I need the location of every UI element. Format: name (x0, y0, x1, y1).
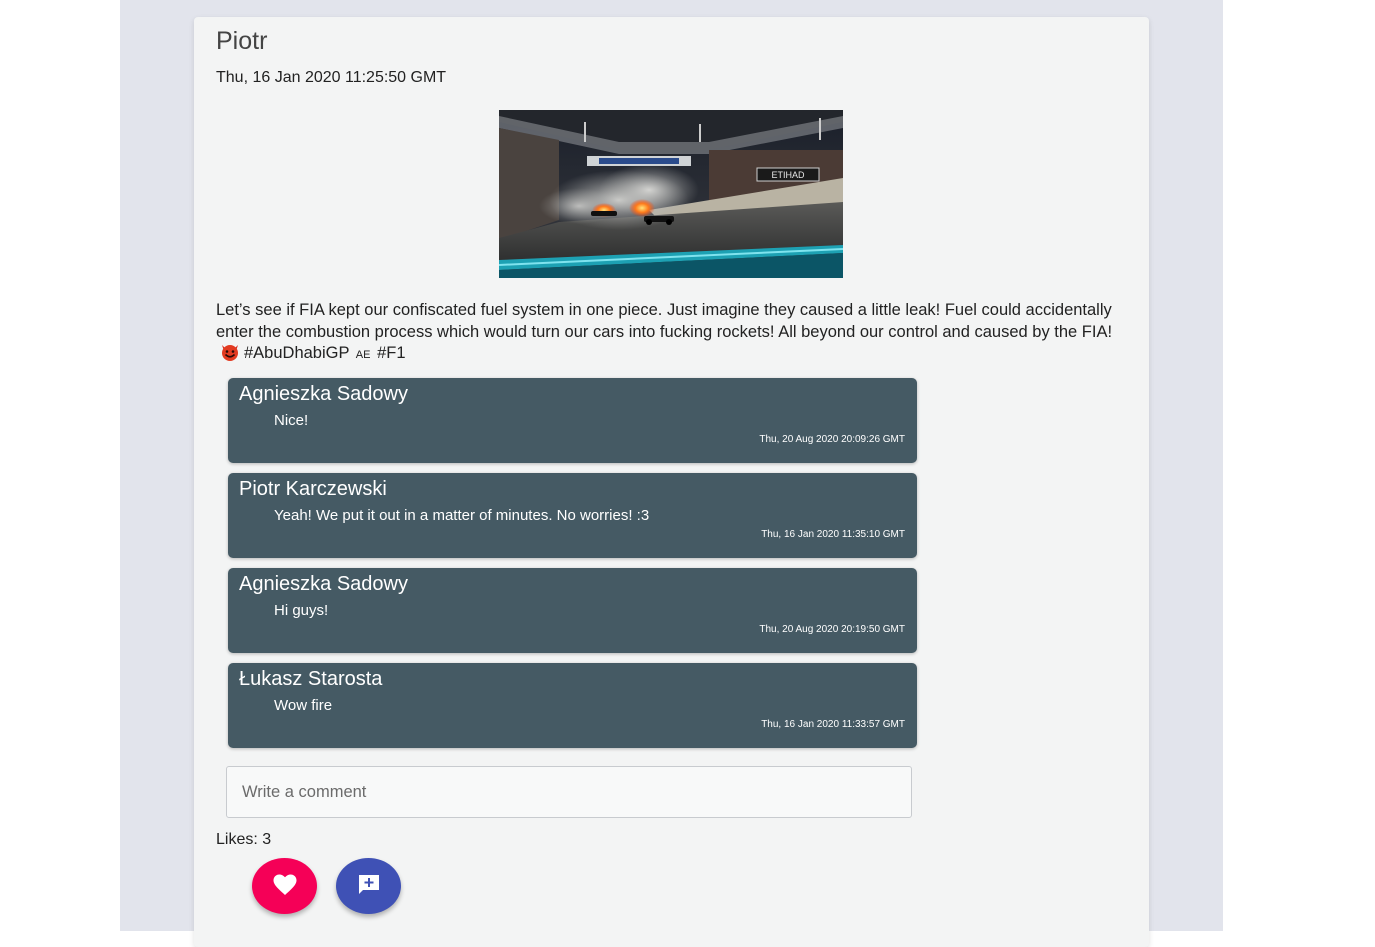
comment-card: Piotr Karczewski Yeah! We put it out in … (228, 473, 917, 558)
comment-text: Wow fire (274, 697, 333, 714)
comment-date: Thu, 16 Jan 2020 11:35:10 GMT (761, 529, 905, 540)
comment-author: Agnieszka Sadowy (239, 383, 408, 405)
post-date: Thu, 16 Jan 2020 11:25:50 GMT (216, 69, 447, 86)
sponsor-sign-text: ETIHAD (771, 170, 805, 180)
heart-icon (273, 874, 297, 899)
post-card: Piotr Thu, 16 Jan 2020 11:25:50 GMT ETIH… (194, 17, 1149, 947)
likes-count: Likes: 3 (216, 831, 272, 848)
post-author: Piotr (216, 27, 268, 55)
smiling-devil-icon (220, 343, 240, 361)
like-button[interactable] (252, 858, 317, 914)
comments-list: Agnieszka Sadowy Nice! Thu, 20 Aug 2020 … (228, 378, 917, 758)
comment-input[interactable] (226, 766, 912, 818)
comment-date: Thu, 16 Jan 2020 11:33:57 GMT (761, 719, 905, 730)
add-comment-icon (357, 873, 381, 900)
comment-author: Łukasz Starosta (239, 668, 383, 690)
comment-text: Yeah! We put it out in a matter of minut… (274, 507, 650, 524)
comment-card: Agnieszka Sadowy Nice! Thu, 20 Aug 2020 … (228, 378, 917, 463)
comment-date: Thu, 20 Aug 2020 20:09:26 GMT (759, 434, 905, 445)
comment-card: Agnieszka Sadowy Hi guys! Thu, 20 Aug 20… (228, 568, 917, 653)
race-track-photo: ETIHAD (499, 110, 843, 278)
comment-author: Agnieszka Sadowy (239, 573, 408, 595)
post-text-body: Let’s see if FIA kept our confiscated fu… (216, 301, 1113, 341)
post-text: Let’s see if FIA kept our confiscated fu… (216, 300, 1116, 367)
comment-text: Nice! (274, 412, 309, 429)
post-image: ETIHAD (499, 110, 843, 278)
hashtag-abudhabigp[interactable]: #AbuDhabiGP (244, 344, 349, 362)
flag-ae: AE (355, 349, 371, 361)
hashtag-f1[interactable]: #F1 (377, 344, 405, 362)
comment-author: Piotr Karczewski (239, 478, 387, 500)
comment-text: Hi guys! (274, 602, 329, 619)
comment-date: Thu, 20 Aug 2020 20:19:50 GMT (759, 624, 905, 635)
add-comment-button[interactable] (336, 858, 401, 914)
comment-card: Łukasz Starosta Wow fire Thu, 16 Jan 202… (228, 663, 917, 748)
